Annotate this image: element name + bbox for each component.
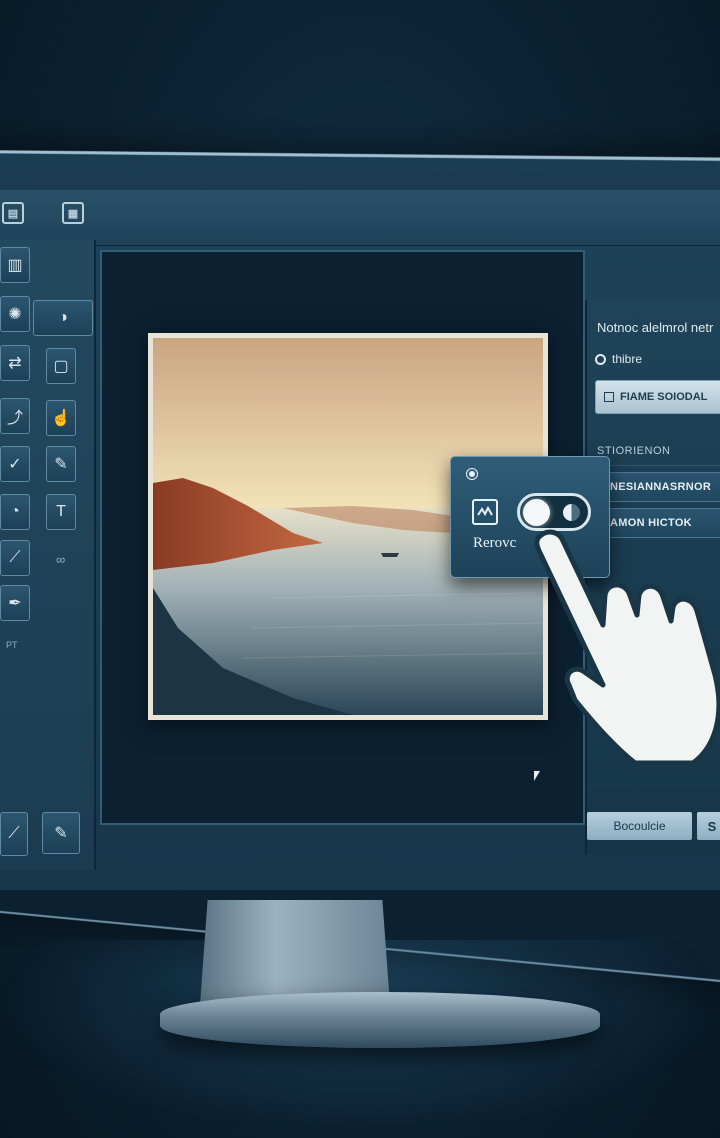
curve-tool-icon[interactable]: ⤴: [0, 398, 30, 434]
pen-tool-icon[interactable]: ⟋: [0, 540, 30, 576]
mouse-cursor-icon: [534, 771, 540, 781]
grid-icon[interactable]: ▦: [62, 202, 84, 224]
radio-label: thibre: [612, 352, 643, 366]
monitor-neck: [200, 900, 390, 1005]
infinity-label: ∞: [56, 552, 66, 567]
frame-field-label: FIAME SOIODAL: [620, 391, 708, 403]
toggle-indicator-icon: [563, 504, 580, 521]
radio-option[interactable]: thibre: [595, 352, 642, 366]
feather-tool-icon[interactable]: ✒: [0, 585, 30, 621]
resize-tool-icon[interactable]: ⇄: [0, 345, 30, 381]
line-tool-icon[interactable]: ⟋: [0, 812, 28, 856]
remove-label: Rerovc: [473, 535, 517, 551]
bars-tool-icon[interactable]: ▥: [0, 247, 30, 283]
radio-icon[interactable]: [595, 353, 606, 365]
radio-dot-icon[interactable]: [467, 469, 477, 479]
toggle-knob: [523, 499, 550, 526]
panel-heading: Notnoc alelmrol netr: [597, 320, 714, 335]
globe-tool-icon[interactable]: ✺: [0, 296, 30, 332]
gauge-tool-icon[interactable]: ◔: [0, 494, 30, 530]
panel-subheading: STIORIENON: [597, 436, 720, 466]
bottom-button-2[interactable]: S: [697, 812, 720, 840]
pointing-hand-icon: [534, 529, 720, 765]
paint-tool-icon[interactable]: ✎: [42, 812, 80, 854]
small-label: PT: [6, 640, 18, 650]
monitor-base: [160, 992, 600, 1048]
scene: ▤ ▦ ▥ ✺ ◑ ⇄ ▢ ⤴ ☝ ✓ ✎ ◔ T ⟋ ∞ ✒ PT ⟋ ✎ N…: [0, 0, 720, 1138]
swatch-tool-icon[interactable]: ▢: [46, 348, 76, 384]
frame-field[interactable]: FIAME SOIODAL: [595, 380, 720, 414]
top-toolbar: ▤ ▦: [0, 190, 720, 246]
bottom-button[interactable]: Bocoulcie: [587, 812, 692, 840]
brush-tool-icon[interactable]: ✎: [46, 446, 76, 482]
layers-icon[interactable]: ▤: [2, 202, 24, 224]
wave-icon: [472, 499, 498, 525]
check-tool-icon[interactable]: ✓: [0, 446, 30, 482]
text-tool-icon[interactable]: T: [46, 494, 76, 530]
panel-item-1[interactable]: NESIANNASRNOR: [595, 472, 720, 502]
hand-tool-icon[interactable]: ☝: [46, 400, 76, 436]
moon-tool-icon[interactable]: ◑: [33, 300, 93, 336]
square-icon: [604, 392, 614, 402]
